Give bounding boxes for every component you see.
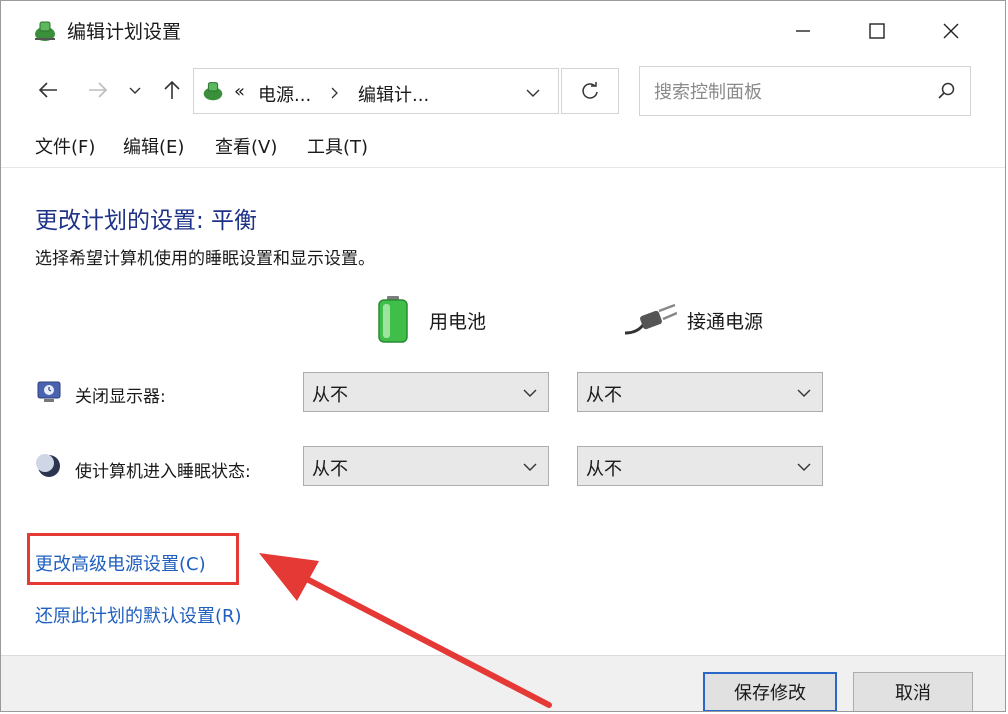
sleep-label: 使计算机进入睡眠状态:	[75, 462, 251, 482]
display-off-battery-value: 从不	[312, 385, 348, 406]
breadcrumb-item-power[interactable]: 电源...	[258, 81, 311, 107]
menu-view[interactable]: 查看(V)	[215, 133, 277, 159]
display-off-plugged-value: 从不	[586, 385, 622, 406]
chevron-right-icon	[331, 87, 338, 99]
navigation-bar: « 电源... 编辑计...	[1, 61, 1005, 119]
close-button[interactable]	[933, 13, 969, 49]
column-header-plugged-in: 接通电源	[687, 311, 764, 333]
chevron-down-icon	[523, 389, 537, 397]
chevron-down-icon	[797, 389, 811, 397]
menu-tools[interactable]: 工具(T)	[307, 133, 368, 159]
sleep-moon-icon	[36, 454, 60, 477]
address-bar[interactable]: « 电源... 编辑计...	[193, 68, 559, 114]
dialog-footer: 保存修改 取消	[1, 655, 1005, 711]
title-bar: 编辑计划设置	[1, 1, 1005, 61]
refresh-icon	[582, 82, 598, 99]
sleep-plugged-select[interactable]: 从不	[577, 446, 823, 486]
battery-icon	[378, 296, 408, 343]
minimize-icon	[796, 30, 810, 32]
chevron-down-icon	[129, 87, 141, 94]
chevron-down-icon	[797, 463, 811, 471]
cancel-button[interactable]: 取消	[853, 672, 973, 711]
column-header-battery: 用电池	[429, 311, 487, 333]
up-button[interactable]	[157, 75, 187, 105]
close-icon	[943, 23, 959, 39]
sleep-battery-value: 从不	[312, 459, 348, 480]
display-off-label: 关闭显示器:	[75, 387, 166, 407]
restore-defaults-link[interactable]: 还原此计划的默认设置(R)	[35, 602, 242, 628]
recent-locations-button[interactable]	[123, 75, 147, 105]
maximize-button[interactable]	[859, 13, 895, 49]
window-title: 编辑计划设置	[67, 21, 182, 43]
maximize-icon	[869, 23, 885, 39]
breadcrumb-item-edit-plan[interactable]: 编辑计...	[358, 81, 429, 107]
chevron-down-icon	[523, 463, 537, 471]
breadcrumb-overflow[interactable]: «	[234, 81, 245, 102]
refresh-button[interactable]	[561, 68, 619, 114]
search-box[interactable]	[639, 66, 971, 116]
search-icon[interactable]	[936, 81, 956, 101]
page-title: 更改计划的设置: 平衡	[35, 208, 258, 234]
back-button[interactable]	[33, 75, 63, 105]
display-off-icon	[37, 381, 61, 402]
chevron-down-icon[interactable]	[526, 87, 540, 99]
arrow-right-icon	[89, 82, 108, 98]
menu-edit[interactable]: 编辑(E)	[123, 133, 184, 159]
minimize-button[interactable]	[785, 13, 821, 49]
sleep-battery-select[interactable]: 从不	[303, 446, 549, 486]
sleep-plugged-value: 从不	[586, 459, 622, 480]
annotation-highlight-box	[27, 533, 239, 585]
menu-bar: 文件(F) 编辑(E) 查看(V) 工具(T)	[1, 121, 1005, 168]
power-options-icon	[35, 21, 55, 41]
arrow-up-icon	[164, 80, 180, 99]
power-plug-icon	[624, 303, 677, 335]
search-input[interactable]	[652, 77, 926, 107]
save-changes-button[interactable]: 保存修改	[703, 672, 837, 711]
forward-button[interactable]	[83, 75, 113, 105]
display-off-plugged-select[interactable]: 从不	[577, 372, 823, 412]
edit-plan-settings-window: 编辑计划设置 « 电源... 编辑计... 搜索控制面板 文件(F) 编辑(E)…	[0, 0, 1006, 712]
display-off-battery-select[interactable]: 从不	[303, 372, 549, 412]
menu-file[interactable]: 文件(F)	[35, 133, 95, 159]
power-options-icon	[203, 82, 223, 101]
page-description: 选择希望计算机使用的睡眠设置和显示设置。	[35, 249, 375, 269]
arrow-left-icon	[38, 82, 57, 98]
